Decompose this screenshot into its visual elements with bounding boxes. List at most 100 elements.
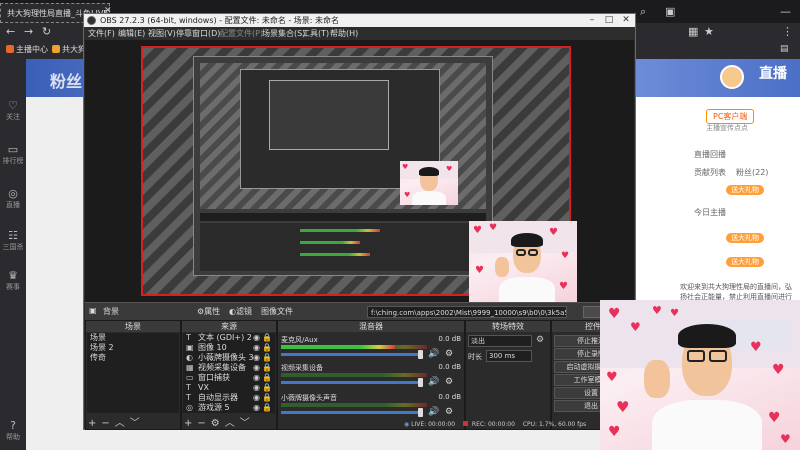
volume-slider[interactable] [281,411,421,414]
scene-item[interactable]: 传奇 [87,353,179,363]
gear-icon[interactable]: ⚙ [536,335,544,345]
lock-icon[interactable]: 🔒 [262,363,272,373]
source-item[interactable]: T 自动显示器 ◉ 🔒 [183,393,275,403]
eye-icon[interactable]: ◉ [253,393,260,403]
gear-icon[interactable]: ⚙ [445,349,453,359]
panel-row[interactable]: 直播回播 [694,149,726,160]
eye-icon[interactable]: ◉ [253,333,260,343]
rail-item-live[interactable]: ◎ 直播 [0,187,26,210]
eye-icon[interactable]: ◉ [253,363,260,373]
menu-profile[interactable]: 配置文件(P) [220,28,263,39]
menu-docks[interactable]: 停靠窗口(D) [176,28,220,39]
eye-icon[interactable]: ◉ [253,343,260,353]
rail-item-game[interactable]: ☷ 三国杀 [0,229,26,252]
reward-button[interactable]: 送大礼物 [726,185,764,195]
gear-icon[interactable]: ⚙ [445,377,453,387]
reward-button[interactable]: 送大礼物 [726,233,764,243]
hand [644,360,670,398]
transition-select[interactable]: 淡出 [468,335,532,347]
menu-view[interactable]: 视图(V) [148,28,176,39]
volume-slider[interactable] [281,353,421,356]
close-icon[interactable]: ✕ [618,14,634,27]
minimize-icon[interactable]: — [780,5,791,18]
move-up-icon[interactable]: ︿ [115,418,125,429]
grid-icon[interactable]: ▦ [688,25,698,38]
forward-icon[interactable]: → [24,25,33,38]
star-icon[interactable]: ★ [704,25,714,38]
gear-icon[interactable]: ⚙ [211,418,220,429]
source-item[interactable]: ▭ 窗口捕获 ◉ 🔒 [183,373,275,383]
source-label: 文本 (GDI+) 2 [198,333,252,342]
avatar[interactable] [720,65,744,89]
source-item[interactable]: ◎ 游戏源 5 ◉ 🔒 [183,403,275,413]
source-item[interactable]: T 文本 (GDI+) 2 ◉ 🔒 [183,333,275,343]
move-down-icon[interactable]: ﹀ [130,418,140,429]
menu-file[interactable]: 文件(F) [88,28,115,39]
eye-icon[interactable]: ◉ [253,403,260,413]
nested-docks [200,223,486,271]
volume-slider-handle[interactable] [418,378,423,387]
heart-icon: ♥ [608,424,621,440]
rail-item-rank[interactable]: ▭ 排行榜 [0,143,26,166]
add-icon[interactable]: + [184,418,192,429]
rail-item-help[interactable]: ? 帮助 [0,419,26,442]
heart-icon: ♥ [549,227,558,238]
rail-item-match[interactable]: ♛ 赛事 [0,269,26,292]
move-up-icon[interactable]: ︿ [225,418,235,429]
add-icon[interactable]: + [88,418,96,429]
menu-help[interactable]: 帮助(H) [330,28,358,39]
image-file-path[interactable]: f:\ching.com\apps\2002\Mist\9999_10000\s… [367,306,567,318]
remove-icon[interactable]: − [197,418,205,429]
lock-icon[interactable]: 🔒 [262,403,272,413]
eye-icon[interactable]: ◉ [253,353,260,363]
remove-icon[interactable]: − [101,418,109,429]
lock-icon[interactable]: 🔒 [262,333,272,343]
scene-item[interactable]: 场景 [87,333,179,343]
speaker-icon[interactable]: 🔊 [428,377,439,387]
filters-button[interactable]: ◐滤镜 [229,306,252,317]
lock-icon[interactable]: 🔒 [262,383,272,393]
back-icon[interactable]: ← [6,25,15,38]
minimize-icon[interactable]: – [584,14,600,27]
volume-slider-handle[interactable] [418,350,423,359]
panel-row[interactable]: 贡献列表 [694,167,726,178]
move-down-icon[interactable]: ﹀ [240,418,250,429]
eye-icon[interactable]: ◉ [253,383,260,393]
maximize-icon[interactable]: □ [601,14,617,27]
lock-icon[interactable]: 🔒 [262,393,272,403]
source-item[interactable]: ◐ 小薇牌摄像头 3 ◉ 🔒 [183,353,275,363]
eye-icon[interactable]: ◉ [253,373,260,383]
menu-icon[interactable]: ⋮ [782,25,793,38]
menu-scene-collection[interactable]: 场景集合(S) [262,28,305,39]
volume-slider-handle[interactable] [418,408,423,417]
source-label: VX [198,383,209,392]
pc-client-button[interactable]: PC客户端 [706,109,755,124]
gift-icon[interactable]: ▣ [665,5,675,18]
properties-button[interactable]: ⚙属性 [197,306,220,317]
reward-button[interactable]: 送大礼物 [726,257,764,267]
source-item[interactable]: ▦ 视频采集设备 ◉ 🔒 [183,363,275,373]
volume-slider[interactable] [281,381,421,384]
obs-preview[interactable]: ♥ ♥ ♥ ♥ ♥ ♥ ♥ ♥ ♥ [85,40,634,302]
panel-row[interactable]: 粉丝(22) [736,167,768,178]
source-item[interactable]: T VX ◉ 🔒 [183,383,275,393]
heart-icon: ♥ [630,320,641,334]
lock-icon[interactable]: 🔒 [262,353,272,363]
menu-tools[interactable]: 工具(T) [302,28,329,39]
lock-icon[interactable]: 🔒 [262,373,272,383]
rail-item-follow[interactable]: ♡ 关注 [0,99,26,122]
speaker-icon[interactable]: 🔊 [428,407,439,417]
gear-icon[interactable]: ⚙ [445,407,453,417]
bookmark-item[interactable]: 主播中心 [6,44,48,55]
search-icon[interactable]: ⌕ [640,5,646,19]
speaker-icon[interactable]: 🔊 [428,349,439,359]
source-item[interactable]: ▣ 图像 10 ◉ 🔒 [183,343,275,353]
scene-item[interactable]: 场景 2 [87,343,179,353]
folder-icon[interactable]: ▤ [780,44,789,54]
lock-icon[interactable]: 🔒 [262,343,272,353]
heart-icon: ♥ [404,191,411,199]
preview-webcam-source[interactable]: ♥ ♥ ♥ ♥ ♥ ♥ [469,221,577,302]
menu-edit[interactable]: 编辑(E) [118,28,145,39]
duration-input[interactable]: 300 ms [486,350,532,362]
reload-icon[interactable]: ↻ [42,25,51,38]
